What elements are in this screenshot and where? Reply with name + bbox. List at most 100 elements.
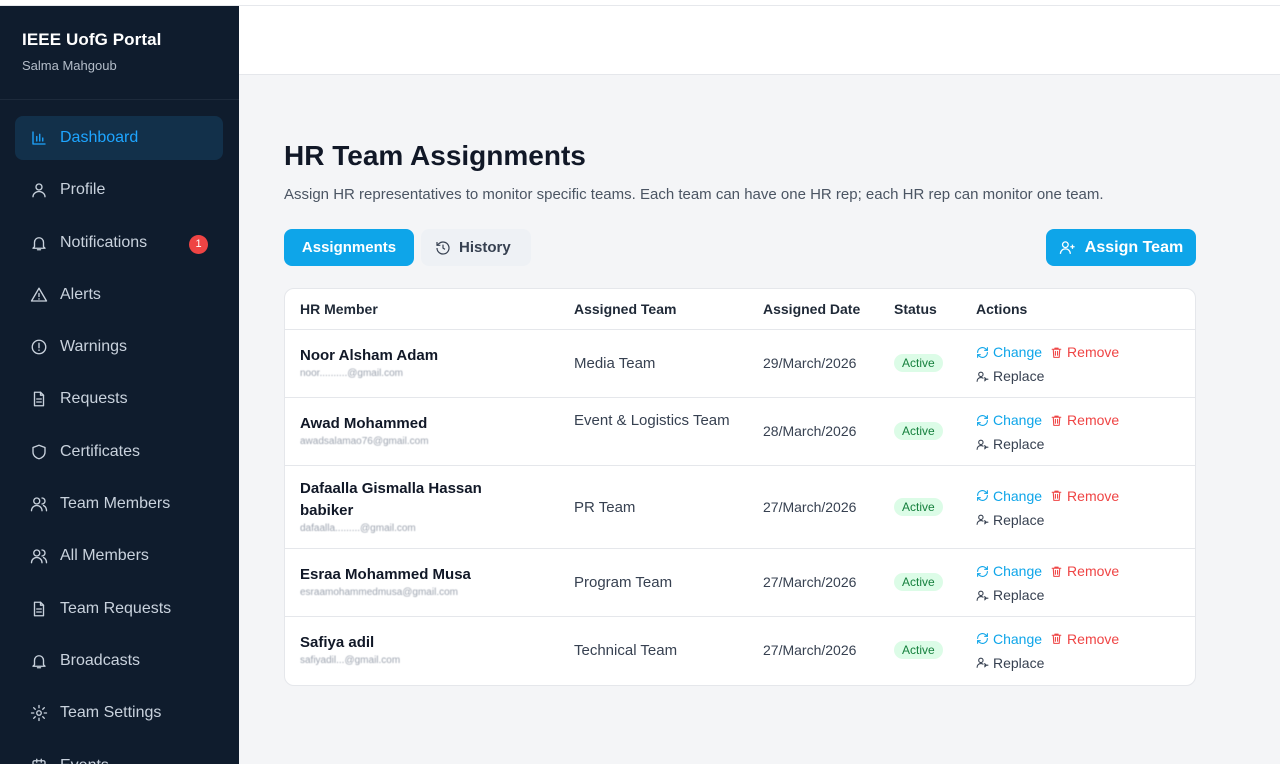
status-cell: Active (894, 497, 943, 516)
sidebar-item-alerts[interactable]: Alerts (15, 273, 223, 317)
user-name: Salma Mahgoub (22, 58, 117, 73)
assigned-team: Media Team (574, 355, 656, 372)
remove-button[interactable]: Remove (1050, 563, 1119, 579)
header-status: Status (894, 301, 937, 317)
sidebar-item-certificates[interactable]: Certificates (15, 430, 223, 474)
replace-button[interactable]: Replace (976, 655, 1044, 671)
replace-label: Replace (993, 436, 1045, 452)
member-name: Noor Alsham Adam (300, 347, 439, 364)
header-actions: Actions (976, 301, 1028, 317)
gear-icon (30, 704, 48, 722)
triangle-alert-icon (30, 286, 48, 304)
status-badge: Active (894, 573, 943, 591)
replace-label: Replace (993, 511, 1045, 528)
assigned-date: 27/March/2026 (763, 574, 857, 590)
header-assigned-team: Assigned Team (574, 301, 677, 317)
change-button[interactable]: Change (976, 631, 1042, 647)
replace-button[interactable]: Replace (976, 368, 1044, 384)
change-label: Change (993, 630, 1043, 647)
user-swap-icon (976, 657, 989, 668)
remove-button[interactable]: Remove (1050, 412, 1119, 428)
file-icon (30, 600, 48, 618)
replace-button[interactable]: Replace (976, 512, 1044, 528)
sidebar-item-all-members[interactable]: All Members (15, 534, 223, 578)
sidebar-item-warnings[interactable]: Warnings (15, 325, 223, 369)
actions-cell: Change Remove Replace (976, 561, 1119, 605)
sidebar-item-team-requests[interactable]: Team Requests (15, 587, 223, 631)
sidebar-item-events[interactable]: Events (15, 744, 223, 764)
header-assigned-date: Assigned Date (763, 301, 861, 317)
page-title: HR Team Assignments (284, 140, 586, 171)
replace-label: Replace (993, 587, 1045, 603)
member-name: Esraa Mohammed Musa (300, 566, 471, 583)
table-row: Esraa Mohammed Musa esraamohammedmusa@gma… (285, 549, 1195, 617)
assigned-date: 28/March/2026 (763, 423, 857, 439)
tab-assignments[interactable]: Assignments (284, 229, 414, 266)
notification-count-badge: 1 (189, 234, 208, 254)
status-badge: Active (894, 640, 943, 659)
tab-assignments-label: Assignments (301, 239, 397, 256)
member-email: safiyadil...@gmail.com (300, 655, 401, 666)
sidebar-item-team-settings[interactable]: Team Settings (15, 691, 223, 735)
change-button[interactable]: Change (976, 563, 1042, 579)
sidebar-nav: Dashboard Profile Notifications 1 Alerts Warn… (0, 100, 239, 764)
trash-icon (1051, 415, 1062, 426)
sidebar-item-notifications[interactable]: Notifications 1 (15, 221, 223, 265)
status-cell: Active (894, 354, 943, 372)
refresh-icon (977, 633, 988, 644)
sidebar-item-team-members[interactable]: Team Members (15, 482, 223, 526)
change-label: Change (993, 563, 1043, 579)
assign-team-button[interactable]: Assign Team (1046, 229, 1196, 266)
member-email: esraamohammedmusa@gmail.com (300, 587, 458, 598)
tab-history[interactable]: History (421, 229, 531, 266)
app-title: IEEE UofG Portal (22, 30, 162, 49)
assignments-table: HR Member Assigned Team Assigned Date St… (284, 288, 1196, 686)
change-button[interactable]: Change (976, 488, 1042, 504)
bar-chart-icon (30, 129, 48, 147)
assigned-date: 29/March/2026 (763, 355, 857, 371)
status-cell: Active (894, 573, 943, 591)
sidebar-item-label: Team Members (60, 495, 171, 513)
circle-alert-icon (30, 338, 48, 356)
table-row: Dafaalla Gismalla Hassan babiker dafaalla… (285, 466, 1195, 549)
assigned-team: Event & Logistics Team (574, 412, 730, 429)
remove-button[interactable]: Remove (1050, 488, 1119, 504)
history-icon (436, 240, 450, 255)
sidebar-item-dashboard[interactable]: Dashboard (15, 116, 223, 160)
remove-button[interactable]: Remove (1050, 631, 1119, 647)
user-swap-icon (976, 514, 989, 525)
header-hr-member: HR Member (300, 301, 378, 317)
assigned-team: Technical Team (574, 641, 678, 659)
sidebar-item-label: Warnings (60, 338, 127, 356)
trash-icon (1051, 633, 1062, 644)
change-button[interactable]: Change (976, 412, 1042, 428)
sidebar-item-profile[interactable]: Profile (15, 168, 223, 212)
page-subtitle: Assign HR representatives to monitor spe… (284, 186, 1104, 203)
status-cell: Active (894, 422, 943, 440)
member-name: Dafaalla Gismalla Hassan babiker (300, 480, 482, 519)
sidebar-item-broadcasts[interactable]: Broadcasts (15, 639, 223, 683)
assigned-team: Program Team (574, 574, 673, 591)
bell-icon (30, 652, 48, 670)
file-icon (30, 390, 48, 408)
user-icon (30, 181, 48, 199)
member-cell: Safiya adil safiyadil...@gmail.com (300, 632, 520, 666)
tab-history-label: History (459, 239, 511, 256)
trash-icon (1051, 490, 1062, 501)
refresh-icon (977, 565, 988, 577)
assigned-team: PR Team (574, 498, 636, 516)
sidebar-item-label: Dashboard (60, 129, 139, 146)
assigned-date: 27/March/2026 (763, 641, 857, 658)
replace-button[interactable]: Replace (976, 587, 1044, 603)
status-badge: Active (894, 422, 943, 440)
assigned-date: 27/March/2026 (763, 498, 857, 515)
sidebar-item-label: Broadcasts (60, 651, 141, 669)
replace-button[interactable]: Replace (976, 436, 1044, 452)
remove-button[interactable]: Remove (1050, 344, 1119, 360)
shield-icon (30, 443, 48, 461)
sidebar-item-requests[interactable]: Requests (15, 377, 223, 421)
user-swap-icon (976, 371, 989, 382)
change-label: Change (993, 412, 1043, 428)
change-label: Change (993, 487, 1043, 504)
change-button[interactable]: Change (976, 344, 1042, 360)
